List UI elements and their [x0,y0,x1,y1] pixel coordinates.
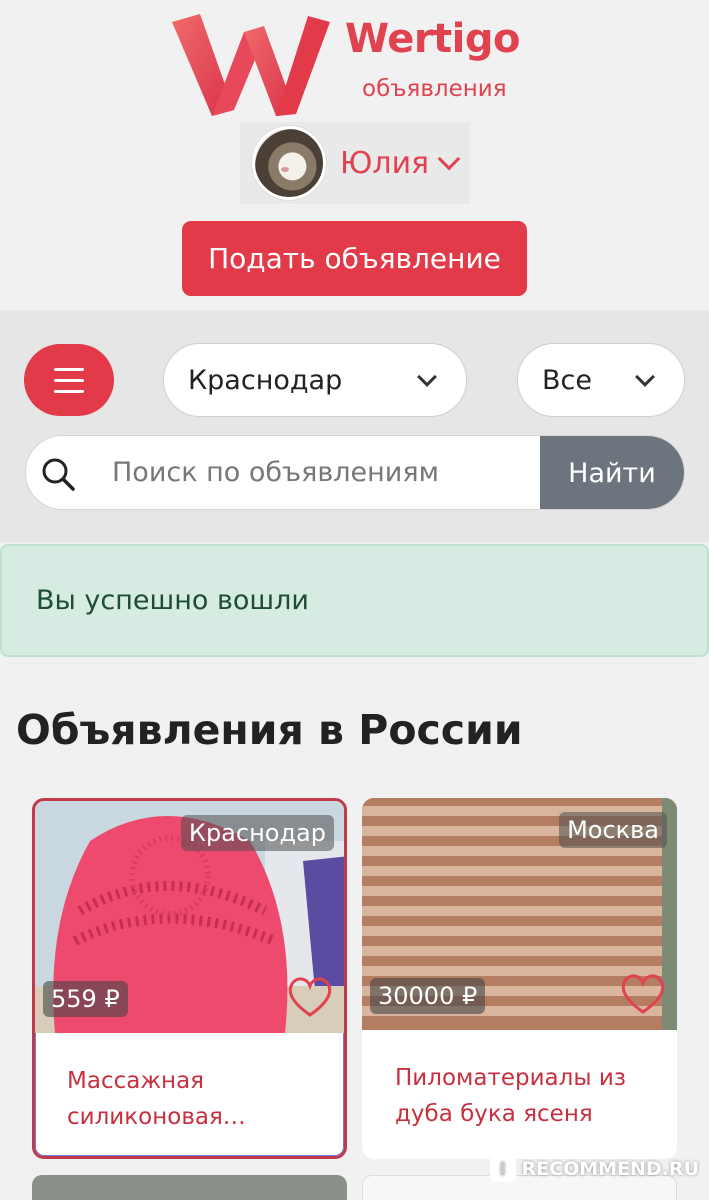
city-select[interactable]: Краснодар [163,343,467,417]
hamburger-icon [54,368,84,371]
chevron-down-icon [417,367,437,387]
category-select[interactable]: Все [517,343,685,417]
avatar [252,126,326,200]
search-input[interactable] [98,436,538,509]
next-listing-card[interactable] [32,1175,347,1200]
category-select-value: Все [542,364,592,396]
listing-price: 559 ₽ [43,981,128,1017]
menu-button[interactable] [24,344,114,416]
listing-image[interactable]: Краснодар 559 ₽ [35,801,344,1033]
heart-icon[interactable] [619,972,667,1016]
hamburger-icon [54,390,84,393]
chevron-down-icon [437,147,461,171]
post-ad-button[interactable]: Подать объявление [182,221,527,296]
success-alert: Вы успешно вошли [0,544,709,657]
chevron-down-icon [635,367,655,387]
section-title: Объявления в России [16,706,523,754]
user-name: Юлия [340,145,430,181]
listing-card[interactable]: Москва 30000 ₽ Пиломатериалы из дуба бук… [362,798,677,1159]
listing-city: Москва [559,812,667,848]
user-menu[interactable]: Юлия [240,122,470,204]
search-bar: Найти [25,435,685,510]
listing-title[interactable]: Массажная силиконовая… [67,1063,324,1135]
listing-title[interactable]: Пиломатериалы из дуба бука ясеня [395,1060,657,1132]
recommend-text: RECOMMEND.RU [521,1158,699,1180]
site-header: Wertigo объявления Юлия Подать объявлени… [0,0,709,310]
city-select-value: Краснодар [188,364,343,396]
brand-name[interactable]: Wertigo [345,16,521,62]
filters-bar: Краснодар Все Найти [0,310,709,542]
alert-text: Вы успешно вошли [36,585,309,616]
wertigo-logo-icon[interactable] [172,14,332,116]
listing-image[interactable]: Москва 30000 ₽ [362,798,677,1030]
search-icon [42,458,75,491]
hamburger-icon [54,379,84,382]
listing-city: Краснодар [180,815,334,851]
listing-card[interactable]: Краснодар 559 ₽ Массажная силиконовая… [32,798,347,1159]
brand-tagline: объявления [362,76,507,102]
recommend-logo-icon: I [489,1156,516,1182]
recommend-watermark: I RECOMMEND.RU [489,1156,699,1182]
search-button[interactable]: Найти [540,436,684,509]
heart-icon[interactable] [286,975,334,1019]
listing-price: 30000 ₽ [370,978,486,1014]
